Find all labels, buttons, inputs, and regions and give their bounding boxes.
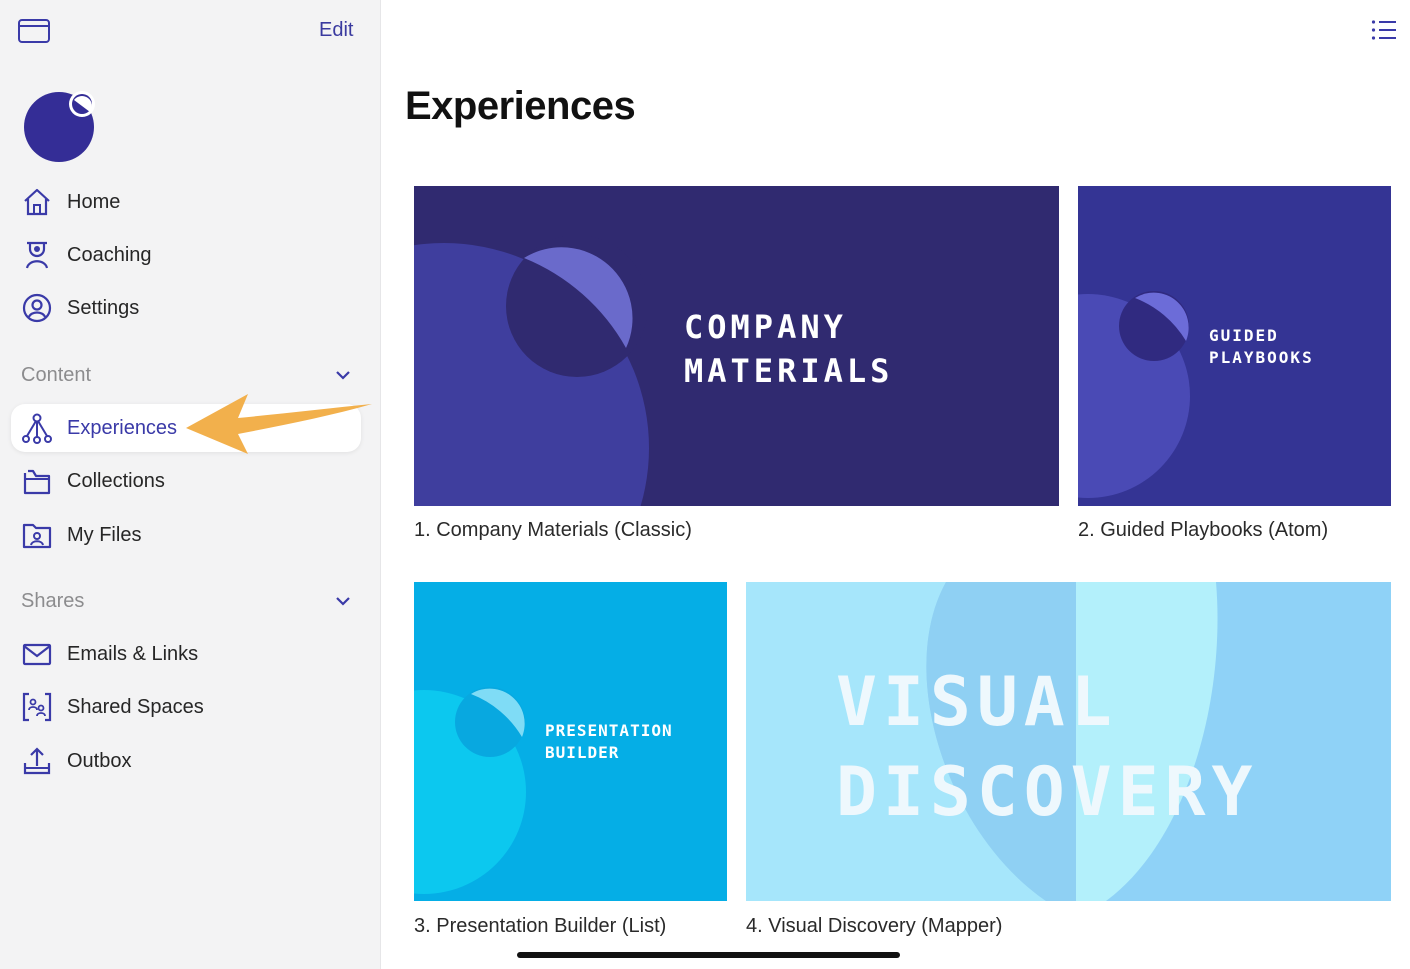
experience-card-company-materials[interactable]: COMPANY MATERIALS (414, 186, 1059, 506)
shares-section-header[interactable]: Shares (21, 586, 361, 616)
card-title-line: PRESENTATION (545, 721, 673, 740)
chevron-down-icon[interactable] (333, 365, 353, 385)
list-view-icon[interactable] (1371, 19, 1397, 41)
card-caption: 1. Company Materials (Classic) (414, 519, 692, 541)
sidebar-item-label: My Files (67, 523, 142, 546)
sidebar-item-collections[interactable]: Collections (11, 457, 361, 505)
sidebar-item-settings[interactable]: Settings (11, 284, 361, 332)
card-artwork: PRESENTATION BUILDER (414, 582, 727, 901)
page-title: Experiences (405, 84, 636, 128)
section-label: Content (21, 363, 92, 386)
sidebar-item-emails-links[interactable]: Emails & Links (11, 630, 361, 678)
sidebar-item-label: Emails & Links (67, 642, 199, 665)
coaching-icon (21, 239, 53, 271)
sidebar: Edit Home Coaching Settings Content Expe… (0, 0, 381, 969)
sidebar-item-label: Coaching (67, 243, 152, 266)
sidebar-item-outbox[interactable]: Outbox (11, 737, 361, 785)
sidebar-item-shared-spaces[interactable]: Shared Spaces (11, 683, 361, 731)
sidebar-toggle-icon[interactable] (17, 18, 51, 44)
chevron-down-icon[interactable] (333, 591, 353, 611)
card-title-line: GUIDED (1209, 326, 1279, 345)
experience-card-guided-playbooks[interactable]: GUIDED PLAYBOOKS (1078, 186, 1391, 506)
card-title-line: VISUAL (836, 663, 1118, 742)
sidebar-item-coaching[interactable]: Coaching (11, 231, 361, 279)
card-artwork: GUIDED PLAYBOOKS (1078, 186, 1391, 506)
annotation-arrow (186, 394, 372, 454)
sidebar-item-label: Outbox (67, 749, 132, 772)
card-caption: 3. Presentation Builder (List) (414, 915, 667, 937)
edit-button[interactable]: Edit (319, 19, 353, 42)
shared-spaces-icon (21, 691, 53, 723)
section-label: Shares (21, 589, 85, 612)
experiences-icon (21, 412, 53, 444)
home-icon (21, 186, 53, 218)
card-title-line: BUILDER (545, 743, 619, 762)
sidebar-item-label: Home (67, 190, 121, 213)
card-title-line: COMPANY (684, 308, 847, 346)
card-title-line: MATERIALS (684, 352, 893, 390)
experience-card-visual-discovery[interactable]: VISUAL DISCOVERY (746, 582, 1391, 901)
sidebar-item-label: Shared Spaces (67, 695, 204, 718)
user-circle-icon (21, 292, 53, 324)
upload-tray-icon (21, 745, 53, 777)
sidebar-item-home[interactable]: Home (11, 178, 361, 226)
sidebar-item-label: Collections (67, 469, 165, 492)
app-logo (24, 90, 98, 164)
card-artwork: COMPANY MATERIALS (414, 186, 1059, 506)
sidebar-item-label: Settings (67, 296, 140, 319)
sidebar-item-label: Experiences (67, 416, 178, 439)
main-content: Experiences COMPANY MATERIALS 1. Company… (381, 0, 1410, 969)
experience-card-presentation-builder[interactable]: PRESENTATION BUILDER (414, 582, 727, 901)
content-section-header[interactable]: Content (21, 360, 361, 390)
card-artwork: VISUAL DISCOVERY (746, 582, 1391, 901)
user-folder-icon (21, 519, 53, 551)
card-caption: 4. Visual Discovery (Mapper) (746, 915, 1003, 937)
card-caption: 2. Guided Playbooks (Atom) (1078, 519, 1329, 541)
home-indicator (517, 952, 900, 958)
card-title-line: DISCOVERY (836, 753, 1258, 832)
mail-icon (21, 638, 53, 670)
sidebar-item-my-files[interactable]: My Files (11, 511, 361, 559)
card-title-line: PLAYBOOKS (1209, 348, 1314, 367)
folder-icon (21, 465, 53, 497)
